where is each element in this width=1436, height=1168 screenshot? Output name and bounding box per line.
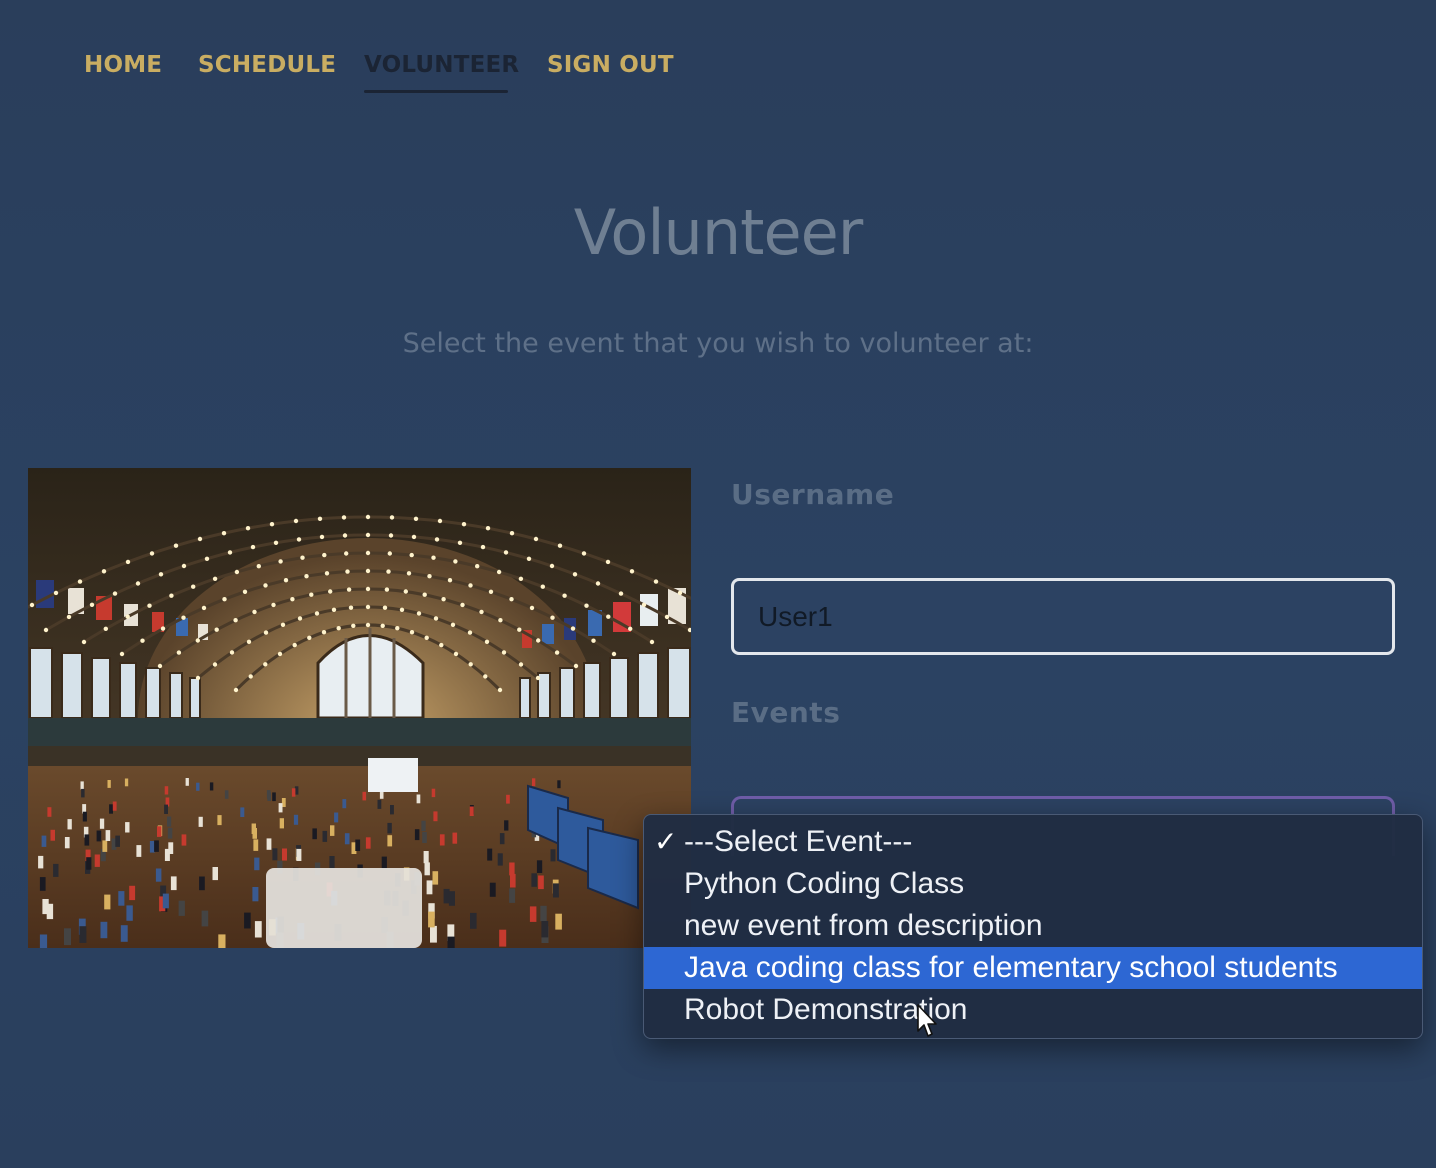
page-subtitle: Select the event that you wish to volunt… (402, 328, 1034, 359)
dropdown-option[interactable]: Python Coding Class (644, 863, 1422, 905)
option-label: ---Select Event--- (684, 825, 913, 858)
username-input[interactable] (731, 578, 1395, 655)
mouse-pointer-icon (917, 1004, 937, 1037)
event-hall-photo (28, 468, 691, 948)
username-label: Username (731, 478, 895, 511)
dropdown-option[interactable]: ✓ ---Select Event--- (644, 821, 1422, 863)
nav-volunteer-link[interactable]: VOLUNTEER (364, 52, 519, 78)
events-label: Events (731, 696, 841, 729)
option-label: Java coding class for elementary school … (684, 951, 1338, 984)
option-label: Python Coding Class (684, 867, 965, 900)
page-title: Volunteer (573, 196, 863, 269)
checkmark-icon: ✓ (654, 825, 678, 858)
active-nav-underline (364, 90, 508, 93)
nav-schedule-link[interactable]: SCHEDULE (198, 52, 336, 78)
dropdown-option-highlighted[interactable]: Java coding class for elementary school … (644, 947, 1422, 989)
nav-home-link[interactable]: HOME (84, 52, 162, 78)
events-dropdown-menu: ✓ ---Select Event--- Python Coding Class… (643, 814, 1423, 1039)
dropdown-option[interactable]: Robot Demonstration (644, 989, 1422, 1031)
dropdown-option[interactable]: new event from description (644, 905, 1422, 947)
option-label: new event from description (684, 909, 1043, 942)
nav-signout-link[interactable]: SIGN OUT (547, 52, 674, 78)
